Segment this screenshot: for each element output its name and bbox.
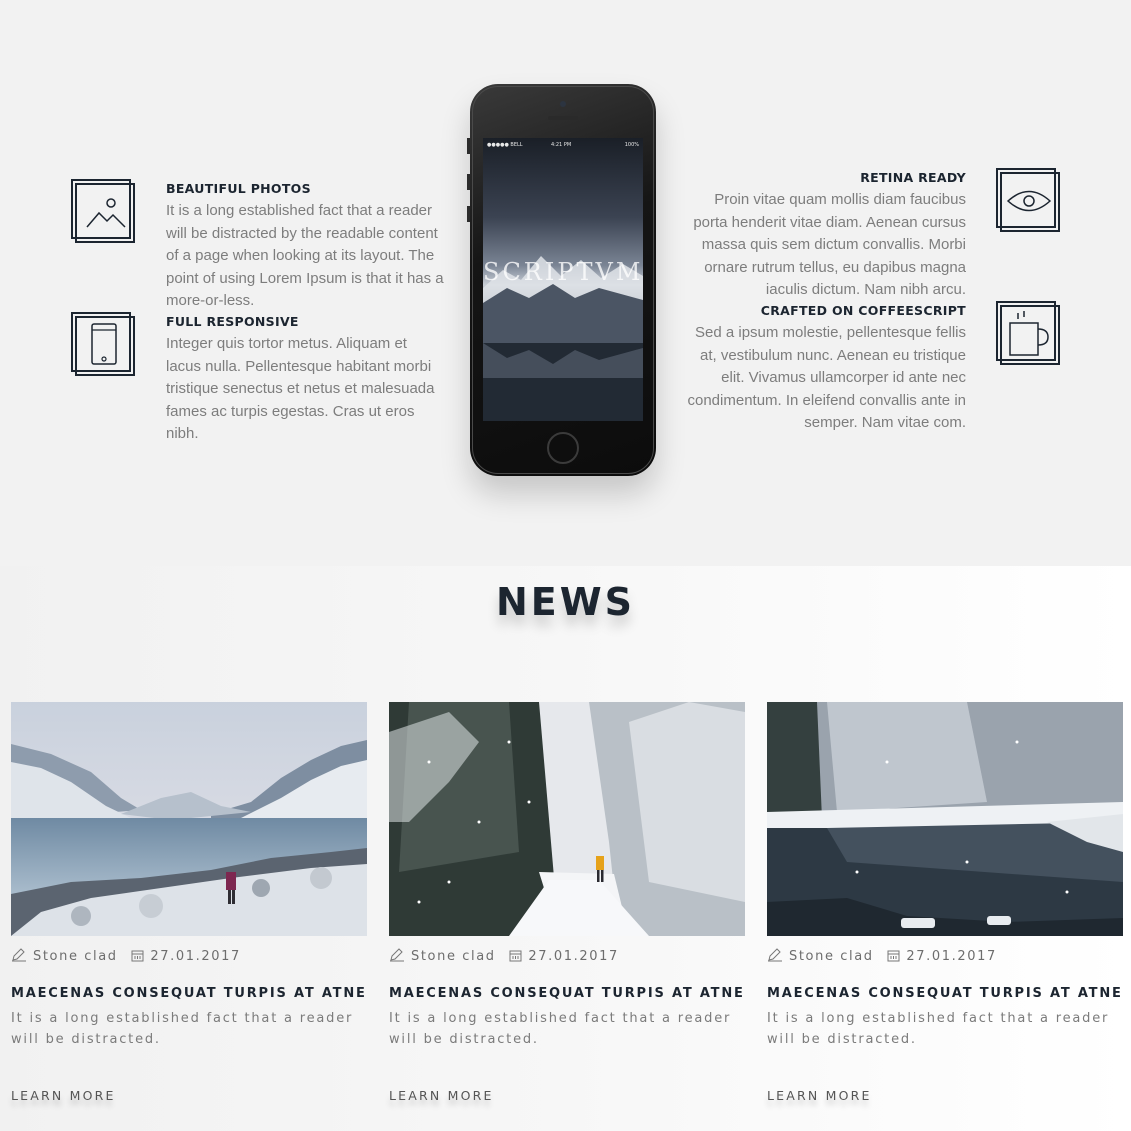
mobile-phone-icon xyxy=(71,312,135,376)
feature-text: Sed a ipsum molestie, pellentesque felli… xyxy=(687,324,967,431)
eye-icon xyxy=(996,168,1060,232)
battery-label: 100% xyxy=(624,142,639,148)
news-card-meta: Stone clad 27.01.2017 xyxy=(389,948,619,968)
news-card-image[interactable] xyxy=(11,702,367,936)
pencil-icon xyxy=(389,948,405,966)
news-card-heading[interactable]: MAECENAS CONSEQUAT TURPIS AT ATNE xyxy=(767,986,1123,1001)
pencil-icon xyxy=(11,948,27,966)
phone-camera xyxy=(560,101,566,107)
news-title: NEWS xyxy=(495,580,636,624)
pencil-icon xyxy=(767,948,783,966)
news-card-text: It is a long established fact that a rea… xyxy=(389,1011,732,1047)
phone-mockup: ●●●●● BELL 4:21 PM 100% SCRIPTVM xyxy=(467,84,656,476)
feature-retina-ready: RETINA READY Proin vitae quam mollis dia… xyxy=(686,170,966,302)
feature-title: RETINA READY xyxy=(860,170,966,185)
learn-more-link[interactable]: LEARN MORE xyxy=(389,1088,494,1103)
feature-title: CRAFTED ON COFFEESCRIPT xyxy=(760,303,966,318)
news-card-meta: Stone clad 27.01.2017 xyxy=(11,948,241,968)
feature-text: It is a long established fact that a rea… xyxy=(166,202,444,309)
feature-title: FULL RESPONSIVE xyxy=(166,314,299,329)
phone-side-button xyxy=(467,206,470,222)
feature-full-responsive: FULL RESPONSIVE Integer quis tortor metu… xyxy=(166,314,446,446)
calendar-icon xyxy=(509,949,522,966)
news-card: Stone clad 27.01.2017 MAECENAS CONSEQUAT… xyxy=(11,702,367,1122)
phone-side-button xyxy=(467,174,470,190)
phone-screen: ●●●●● BELL 4:21 PM 100% SCRIPTVM xyxy=(483,138,643,421)
feature-text: Integer quis tortor metus. Aliquam et la… xyxy=(166,335,435,442)
news-card-date: 27.01.2017 xyxy=(150,949,241,964)
feature-text: Proin vitae quam mollis diam faucibus po… xyxy=(693,191,966,298)
features-section: BEAUTIFUL PHOTOS It is a long establishe… xyxy=(0,0,1131,566)
coffee-cup-icon xyxy=(996,301,1060,365)
news-card-text: It is a long established fact that a rea… xyxy=(767,1011,1110,1047)
news-card-author: Stone clad xyxy=(33,949,118,964)
news-card: Stone clad 27.01.2017 MAECENAS CONSEQUAT… xyxy=(389,702,745,1122)
feature-beautiful-photos: BEAUTIFUL PHOTOS It is a long establishe… xyxy=(166,181,446,313)
learn-more-link[interactable]: LEARN MORE xyxy=(11,1088,116,1103)
news-card: Stone clad 27.01.2017 MAECENAS CONSEQUAT… xyxy=(767,702,1123,1122)
news-card-author: Stone clad xyxy=(411,949,496,964)
phone-status-bar: ●●●●● BELL 4:21 PM 100% xyxy=(483,138,643,152)
calendar-icon xyxy=(131,949,144,966)
news-card-meta: Stone clad 27.01.2017 xyxy=(767,948,997,968)
feature-title: BEAUTIFUL PHOTOS xyxy=(166,181,311,196)
calendar-icon xyxy=(887,949,900,966)
news-card-heading[interactable]: MAECENAS CONSEQUAT TURPIS AT ATNE xyxy=(389,986,745,1001)
news-card-date: 27.01.2017 xyxy=(906,949,997,964)
picture-icon xyxy=(71,179,135,243)
time-label: 4:21 PM xyxy=(551,142,572,148)
phone-speaker xyxy=(548,116,578,120)
news-card-image[interactable] xyxy=(767,702,1123,936)
news-card-text: It is a long established fact that a rea… xyxy=(11,1011,354,1047)
learn-more-link[interactable]: LEARN MORE xyxy=(767,1088,872,1103)
home-button xyxy=(547,432,579,464)
news-section: NEWS Stone clad 27.01.2017 MAECENAS CONS… xyxy=(0,566,1131,1131)
news-card-author: Stone clad xyxy=(789,949,874,964)
phone-side-button xyxy=(467,138,470,154)
feature-crafted-on-coffeescript: CRAFTED ON COFFEESCRIPT Sed a ipsum mole… xyxy=(686,303,967,435)
news-card-date: 27.01.2017 xyxy=(528,949,619,964)
news-card-heading[interactable]: MAECENAS CONSEQUAT TURPIS AT ATNE xyxy=(11,986,367,1001)
app-logo: SCRIPTVM xyxy=(483,258,643,286)
carrier-label: ●●●●● BELL xyxy=(487,142,523,148)
news-card-image[interactable] xyxy=(389,702,745,936)
